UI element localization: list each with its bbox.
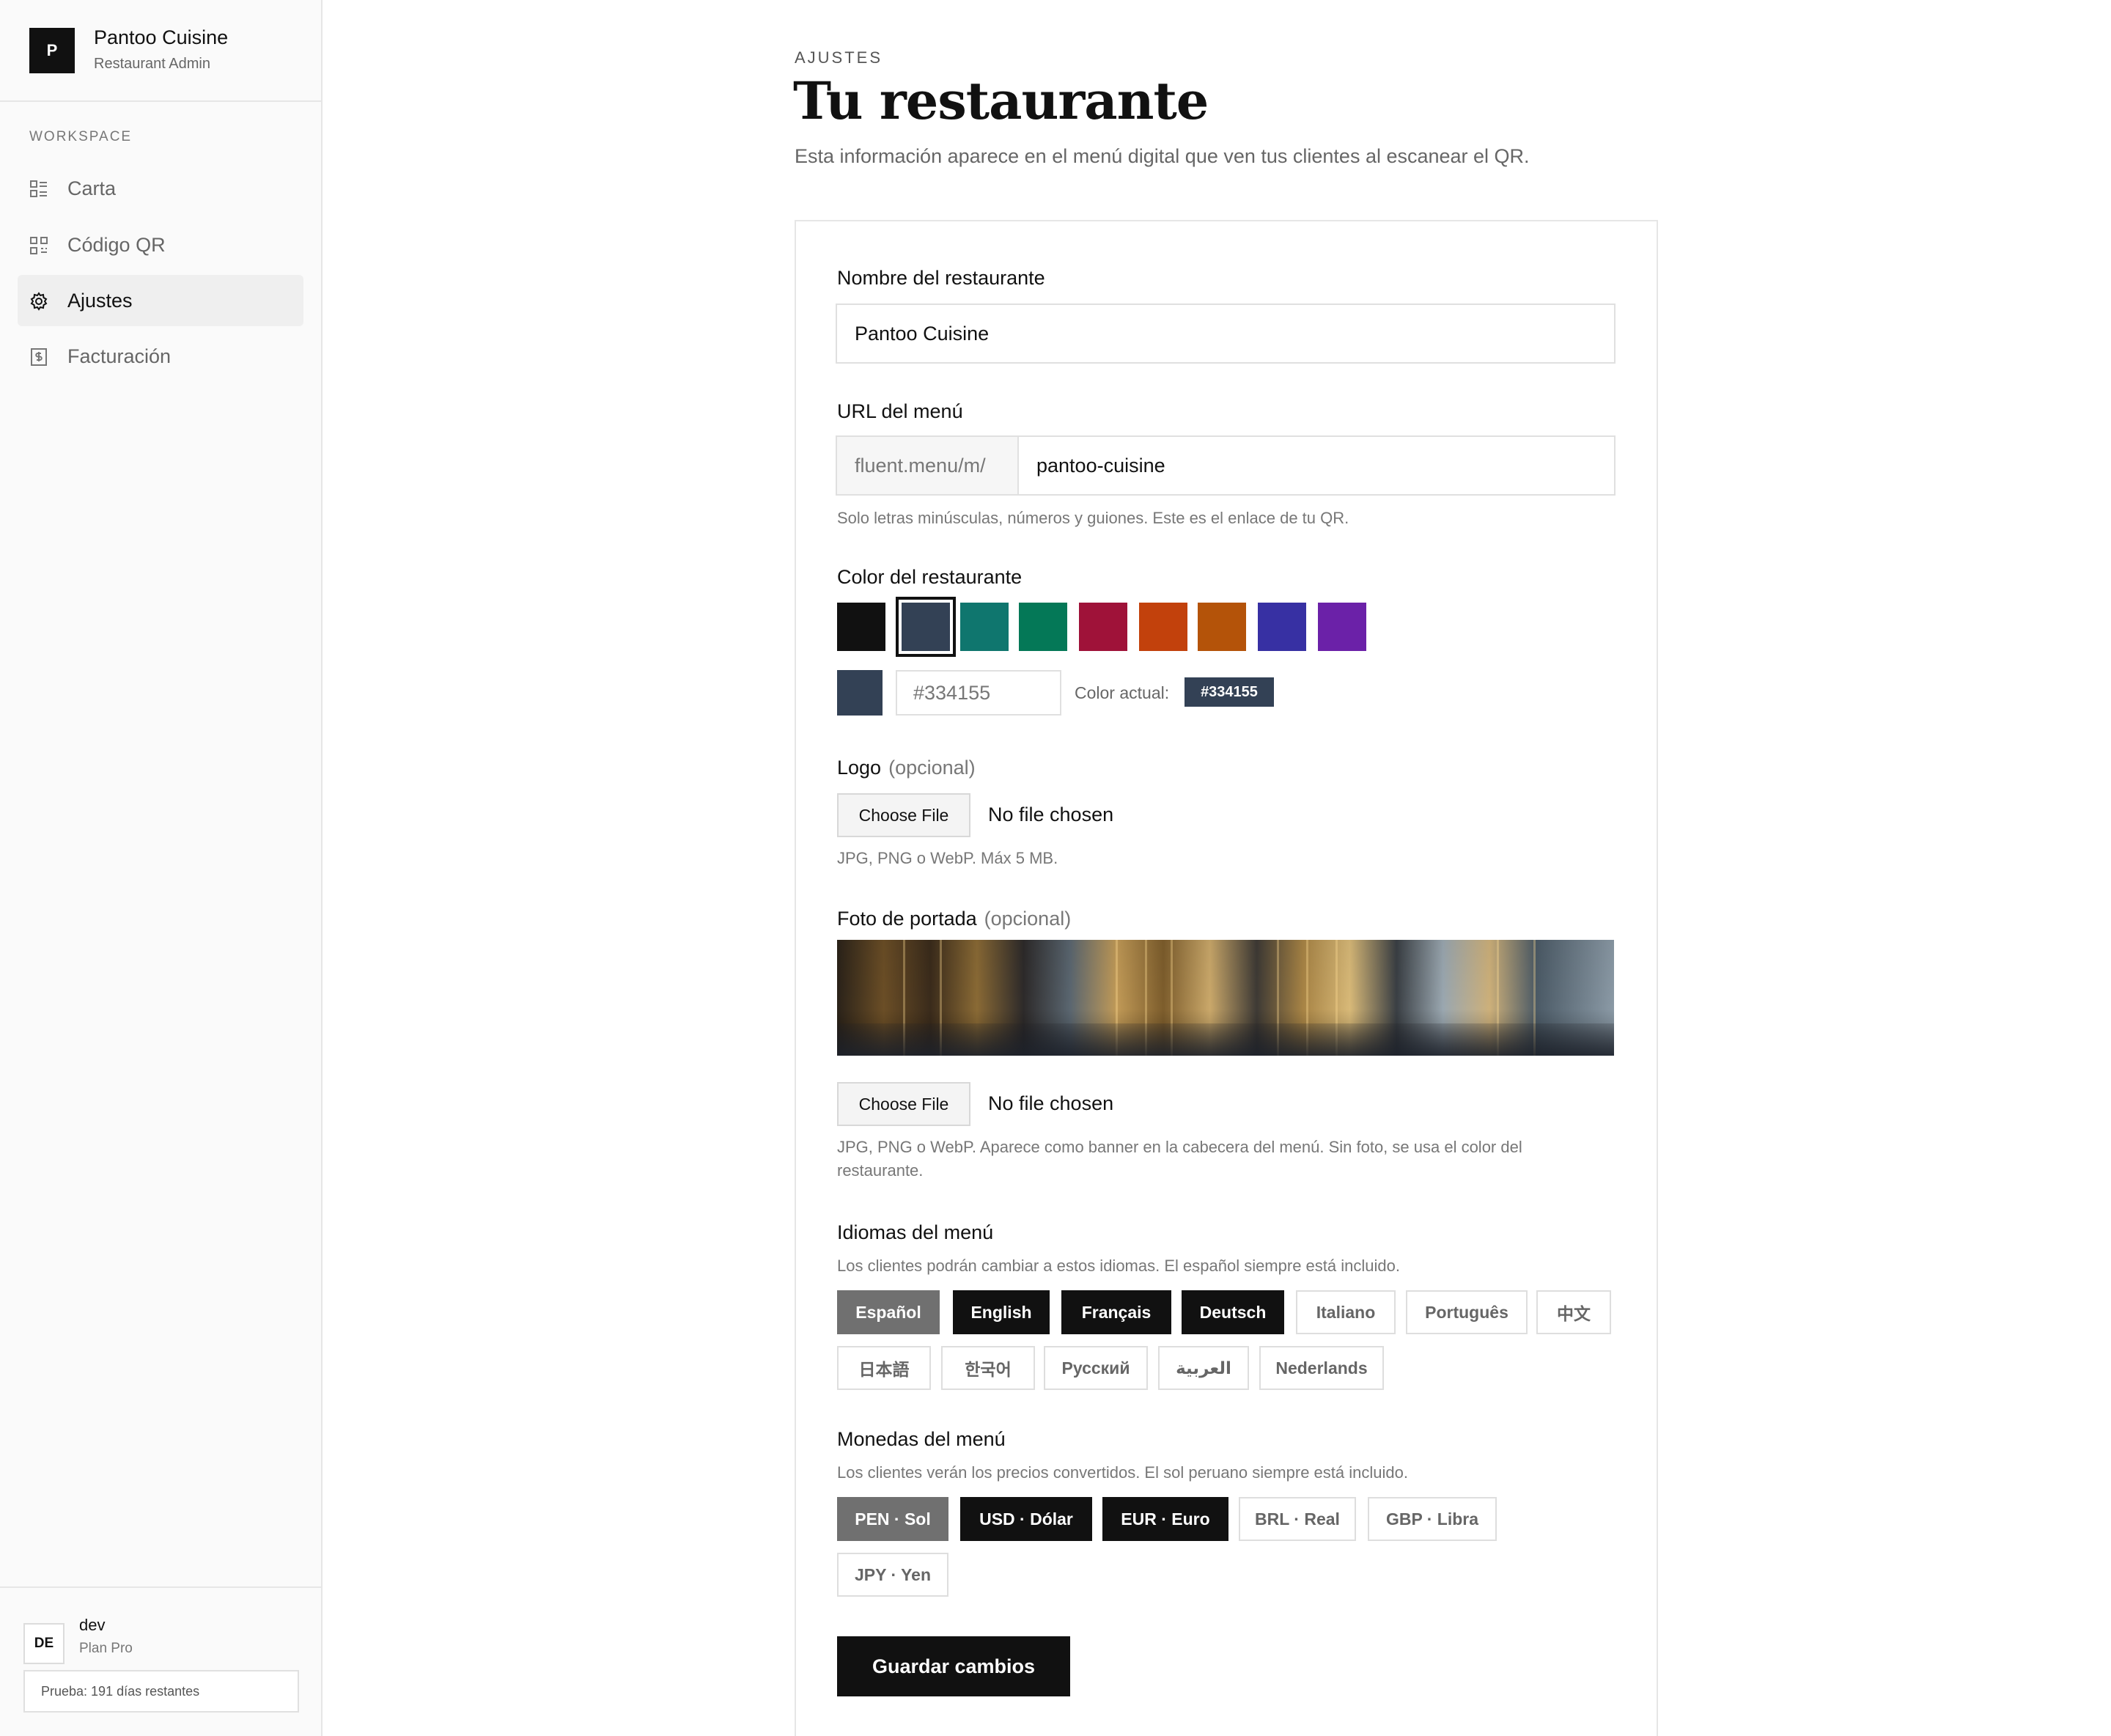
logo-file-status: No file chosen: [988, 803, 1114, 825]
language-chip-es[interactable]: Español: [837, 1290, 940, 1334]
brand-header: P Pantoo Cuisine Restaurant Admin: [0, 0, 321, 102]
page-eyebrow: AJUSTES: [795, 48, 883, 67]
currencies-label: Monedas del menú: [837, 1428, 1006, 1450]
currency-chip-gbp[interactable]: GBP · Libra: [1368, 1497, 1497, 1541]
sidebar-item-carta[interactable]: Carta: [18, 163, 303, 214]
color-swatch-amber[interactable]: [1198, 603, 1246, 651]
currencies-hint: Los clientes verán los precios convertid…: [837, 1463, 1408, 1482]
user-plan: Plan Pro: [79, 1641, 133, 1656]
cover-optional-text: (opcional): [984, 908, 1072, 930]
cover-photo-preview: [837, 940, 1614, 1056]
language-chip-de[interactable]: Deutsch: [1182, 1290, 1284, 1334]
menu-url-hint: Solo letras minúsculas, números y guione…: [837, 509, 1349, 527]
language-chip-ja[interactable]: 日本語: [837, 1346, 931, 1390]
color-hex-input[interactable]: #334155: [896, 670, 1061, 716]
currency-chip-eur[interactable]: EUR · Euro: [1102, 1497, 1228, 1541]
language-chip-nl[interactable]: Nederlands: [1259, 1346, 1384, 1390]
sidebar-item-label: Ajustes: [67, 289, 133, 312]
sidebar-item-facturacion[interactable]: Facturación: [18, 331, 303, 382]
cover-file-status: No file chosen: [988, 1092, 1114, 1114]
brand-logo: P: [29, 28, 75, 73]
cover-label: Foto de portada (opcional): [837, 908, 1071, 930]
language-chip-it[interactable]: Italiano: [1296, 1290, 1396, 1334]
save-button[interactable]: Guardar cambios: [837, 1636, 1070, 1696]
sidebar: P Pantoo Cuisine Restaurant Admin WORKSP…: [0, 0, 323, 1736]
brand-name: Pantoo Cuisine: [94, 26, 229, 48]
sidebar-item-codigo-qr[interactable]: Código QR: [18, 219, 303, 271]
languages-label: Idiomas del menú: [837, 1221, 994, 1243]
restaurant-name-input[interactable]: Pantoo Cuisine: [836, 304, 1616, 364]
sidebar-item-label: Código QR: [67, 233, 166, 256]
nav-section-label: WORKSPACE: [29, 129, 133, 144]
logo-optional-text: (opcional): [888, 757, 976, 779]
color-swatch-indigo[interactable]: [1258, 603, 1306, 651]
menu-list-icon: [30, 180, 47, 197]
currency-chip-brl[interactable]: BRL · Real: [1239, 1497, 1356, 1541]
currency-chip-jpy[interactable]: JPY · Yen: [837, 1553, 948, 1597]
languages-hint: Los clientes podrán cambiar a estos idio…: [837, 1257, 1400, 1275]
invoice-icon: [31, 348, 47, 366]
qr-code-icon: [30, 237, 48, 254]
menu-url-input[interactable]: pantoo-cuisine: [1017, 435, 1616, 496]
menu-url-label: URL del menú: [837, 400, 963, 422]
user-name: dev: [79, 1616, 106, 1634]
logo-label: Logo (opcional): [837, 757, 976, 779]
language-chip-zh[interactable]: 中文: [1536, 1290, 1611, 1334]
cover-hint-line-1: JPG, PNG o WebP. Aparece como banner en …: [837, 1138, 1522, 1156]
current-color-label: Color actual:: [1075, 683, 1170, 702]
avatar[interactable]: DE: [23, 1623, 65, 1664]
currency-chip-pen[interactable]: PEN · Sol: [837, 1497, 948, 1541]
sidebar-item-ajustes[interactable]: Ajustes: [18, 275, 303, 326]
page-description: Esta información aparece en el menú digi…: [795, 145, 1530, 167]
cover-choose-file-button[interactable]: Choose File: [837, 1082, 970, 1126]
logo-label-text: Logo: [837, 757, 882, 779]
currency-chip-usd[interactable]: USD · Dólar: [960, 1497, 1092, 1541]
language-chip-ko[interactable]: 한국어: [941, 1346, 1035, 1390]
color-swatch-purple[interactable]: [1318, 603, 1366, 651]
language-chip-ar[interactable]: العربية: [1158, 1346, 1249, 1390]
sidebar-item-label: Facturación: [67, 345, 172, 367]
logo-choose-file-button[interactable]: Choose File: [837, 793, 970, 837]
color-swatch-teal[interactable]: [960, 603, 1009, 651]
menu-url-prefix: fluent.menu/m/: [836, 435, 1019, 496]
color-swatch-green[interactable]: [1019, 603, 1067, 651]
language-chip-ru[interactable]: Русский: [1044, 1346, 1148, 1390]
language-chip-en[interactable]: English: [953, 1290, 1050, 1334]
color-swatch-crimson[interactable]: [1079, 603, 1127, 651]
color-swatch-orange[interactable]: [1139, 603, 1187, 651]
color-picker-preview[interactable]: [837, 670, 883, 716]
logo-hint: JPG, PNG o WebP. Máx 5 MB.: [837, 849, 1058, 867]
brand-subtitle: Restaurant Admin: [94, 56, 210, 72]
sidebar-footer: DE dev Plan Pro Prueba: 191 días restant…: [0, 1586, 321, 1736]
cover-hint-line-2: restaurante.: [837, 1161, 924, 1180]
color-label: Color del restaurante: [837, 566, 1023, 588]
language-chip-fr[interactable]: Français: [1061, 1290, 1171, 1334]
trial-badge: Prueba: 191 días restantes: [23, 1670, 299, 1713]
restaurant-name-label: Nombre del restaurante: [837, 267, 1045, 289]
current-color-badge: #334155: [1185, 677, 1274, 707]
color-swatch-slate[interactable]: [896, 597, 956, 657]
page-title: Tu restaurante: [793, 70, 1209, 131]
color-swatch-black[interactable]: [837, 603, 885, 651]
sidebar-item-label: Carta: [67, 177, 117, 199]
gear-icon: [30, 292, 48, 311]
cover-label-text: Foto de portada: [837, 908, 977, 930]
language-chip-pt[interactable]: Português: [1406, 1290, 1528, 1334]
